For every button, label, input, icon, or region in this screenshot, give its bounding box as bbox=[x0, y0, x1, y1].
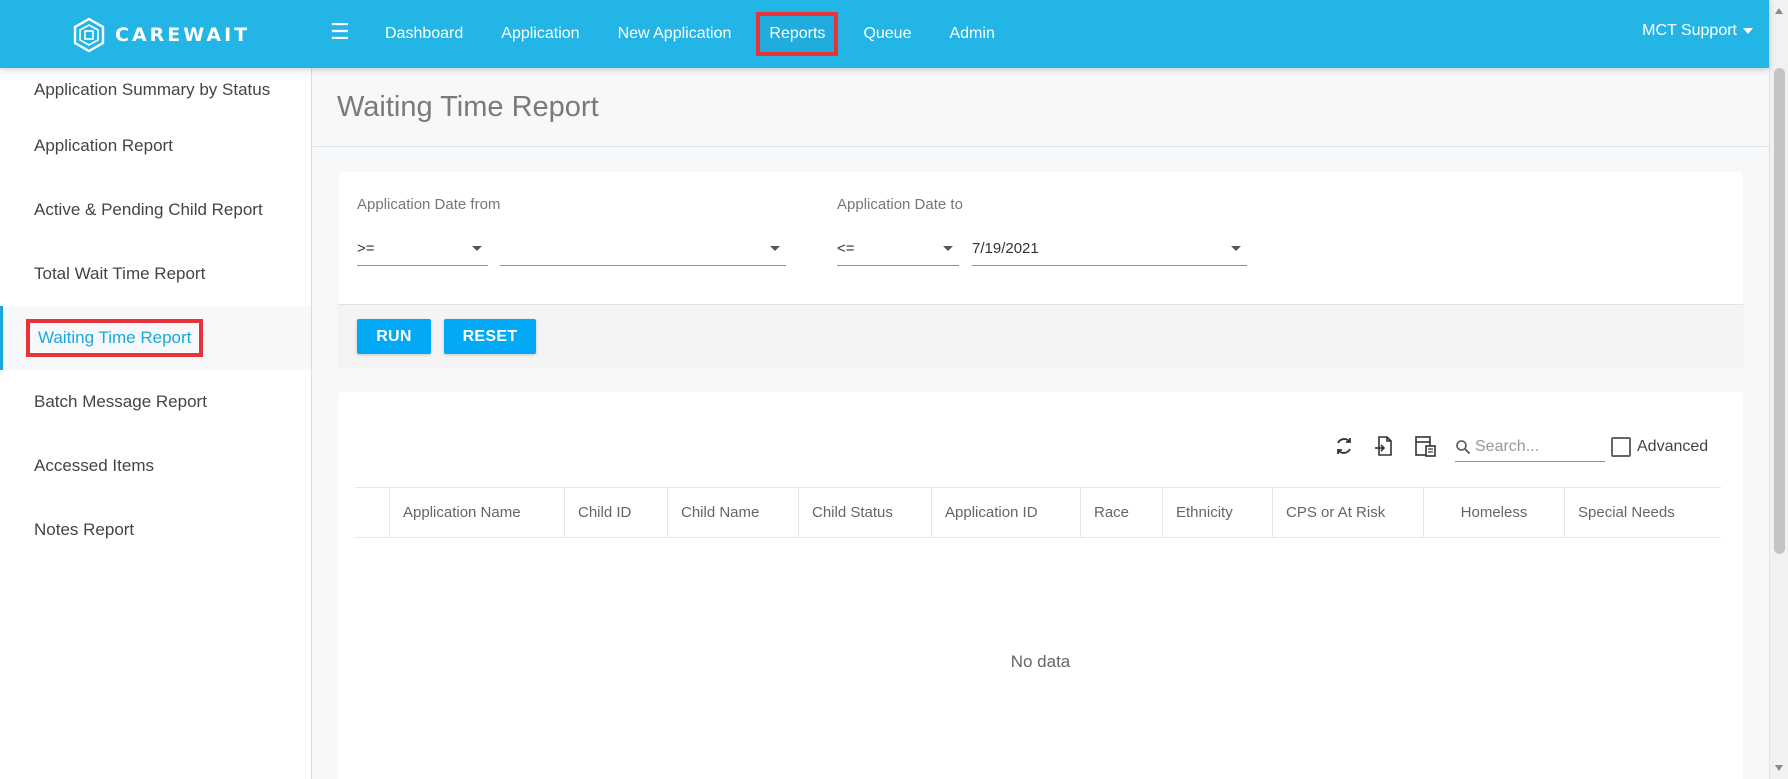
column-header-application-name[interactable]: Application Name bbox=[389, 488, 564, 537]
date-from-operator-value: >= bbox=[357, 240, 375, 257]
sidebar-item-active-pending-child-report[interactable]: Active & Pending Child Report bbox=[0, 178, 311, 242]
column-header-cps-or-at-risk[interactable]: CPS or At Risk bbox=[1272, 488, 1423, 537]
scroll-down-arrow-icon[interactable] bbox=[1775, 765, 1783, 771]
user-menu[interactable]: MCT Support bbox=[1642, 22, 1753, 40]
nav-queue[interactable]: Queue bbox=[844, 12, 930, 56]
page-header: Waiting Time Report bbox=[313, 68, 1769, 147]
sidebar-item-label: Total Wait Time Report bbox=[34, 264, 206, 283]
date-from-operator-select[interactable]: >= bbox=[357, 232, 488, 266]
search-input[interactable] bbox=[1475, 437, 1603, 456]
advanced-label: Advanced bbox=[1637, 438, 1709, 455]
dropdown-arrow-icon bbox=[1231, 246, 1241, 251]
column-chooser-icon[interactable] bbox=[1413, 434, 1437, 458]
scrollbar-thumb[interactable] bbox=[1774, 68, 1785, 554]
scroll-up-arrow-icon[interactable] bbox=[1775, 8, 1783, 14]
run-button[interactable]: RUN bbox=[357, 319, 431, 354]
carewait-logo-icon bbox=[73, 17, 105, 53]
caret-down-icon bbox=[1743, 28, 1753, 34]
data-grid: Advanced Application Name Child ID Child… bbox=[338, 392, 1743, 779]
dropdown-arrow-icon bbox=[770, 246, 780, 251]
advanced-checkbox[interactable] bbox=[1611, 437, 1631, 457]
date-from-label: Application Date from bbox=[357, 196, 501, 213]
app-logo[interactable]: CAREWAIT bbox=[71, 17, 250, 53]
sidebar-item-label: Waiting Time Report bbox=[26, 319, 204, 357]
column-header-child-name[interactable]: Child Name bbox=[667, 488, 798, 537]
filter-actions: RUN RESET bbox=[338, 304, 1743, 367]
sidebar-item-label: Batch Message Report bbox=[34, 392, 207, 411]
top-navbar: CAREWAIT ☰ Dashboard Application New App… bbox=[0, 0, 1769, 68]
column-header-application-id[interactable]: Application ID bbox=[931, 488, 1080, 537]
date-to-operator-value: <= bbox=[837, 240, 855, 257]
reports-sidebar: Application Summary by Status Applicatio… bbox=[0, 68, 312, 779]
column-header-select[interactable] bbox=[355, 488, 389, 537]
table-header: Application Name Child ID Child Name Chi… bbox=[355, 487, 1721, 538]
date-to-operator-select[interactable]: <= bbox=[837, 232, 959, 266]
date-to-value-select[interactable]: 7/19/2021 bbox=[972, 232, 1247, 266]
sidebar-item-total-wait-time-report[interactable]: Total Wait Time Report bbox=[0, 242, 311, 306]
column-header-child-status[interactable]: Child Status bbox=[798, 488, 931, 537]
export-icon[interactable] bbox=[1372, 434, 1396, 458]
page-title: Waiting Time Report bbox=[337, 90, 599, 123]
main-nav: Dashboard Application New Application Re… bbox=[366, 0, 1014, 68]
sidebar-item-label: Accessed Items bbox=[34, 456, 154, 475]
filter-panel: Application Date from >= Application Dat… bbox=[338, 172, 1743, 367]
search-icon bbox=[1456, 439, 1471, 454]
date-to-label: Application Date to bbox=[837, 196, 963, 213]
grid-search[interactable] bbox=[1455, 432, 1605, 462]
column-header-ethnicity[interactable]: Ethnicity bbox=[1162, 488, 1272, 537]
app-name: CAREWAIT bbox=[115, 24, 251, 46]
reset-button[interactable]: RESET bbox=[444, 319, 536, 354]
date-from-value-select[interactable] bbox=[500, 232, 786, 266]
sidebar-item-accessed-items[interactable]: Accessed Items bbox=[0, 434, 311, 498]
sidebar-item-batch-message-report[interactable]: Batch Message Report bbox=[0, 370, 311, 434]
nav-admin[interactable]: Admin bbox=[930, 12, 1013, 56]
advanced-toggle[interactable]: Advanced bbox=[1611, 437, 1708, 457]
sidebar-item-label: Application Report bbox=[34, 136, 173, 155]
empty-state-text: No data bbox=[1010, 652, 1071, 671]
date-to-value: 7/19/2021 bbox=[972, 240, 1039, 257]
sidebar-item-application-summary-by-status[interactable]: Application Summary by Status bbox=[0, 68, 311, 114]
sidebar-item-waiting-time-report[interactable]: Waiting Time Report bbox=[0, 306, 311, 370]
column-header-child-id[interactable]: Child ID bbox=[564, 488, 667, 537]
dropdown-arrow-icon bbox=[943, 246, 953, 251]
sidebar-item-label: Notes Report bbox=[34, 520, 135, 539]
sidebar-item-label: Active & Pending Child Report bbox=[34, 200, 263, 219]
user-name: MCT Support bbox=[1642, 22, 1737, 39]
dropdown-arrow-icon bbox=[472, 246, 482, 251]
main-content: Waiting Time Report Application Date fro… bbox=[313, 68, 1769, 779]
column-header-race[interactable]: Race bbox=[1080, 488, 1162, 537]
column-header-special-needs[interactable]: Special Needs bbox=[1564, 488, 1721, 537]
nav-dashboard[interactable]: Dashboard bbox=[366, 12, 482, 56]
nav-reports[interactable]: Reports bbox=[756, 12, 839, 56]
menu-toggle-icon[interactable]: ☰ bbox=[330, 21, 350, 43]
sidebar-item-label: Application Summary by Status bbox=[34, 80, 271, 99]
page-scrollbar[interactable] bbox=[1769, 0, 1788, 779]
refresh-icon[interactable] bbox=[1332, 434, 1356, 458]
sidebar-item-application-report[interactable]: Application Report bbox=[0, 114, 311, 178]
column-header-homeless[interactable]: Homeless bbox=[1423, 488, 1564, 537]
sidebar-item-notes-report[interactable]: Notes Report bbox=[0, 498, 311, 562]
nav-new-application[interactable]: New Application bbox=[599, 12, 751, 56]
nav-application[interactable]: Application bbox=[482, 12, 598, 56]
